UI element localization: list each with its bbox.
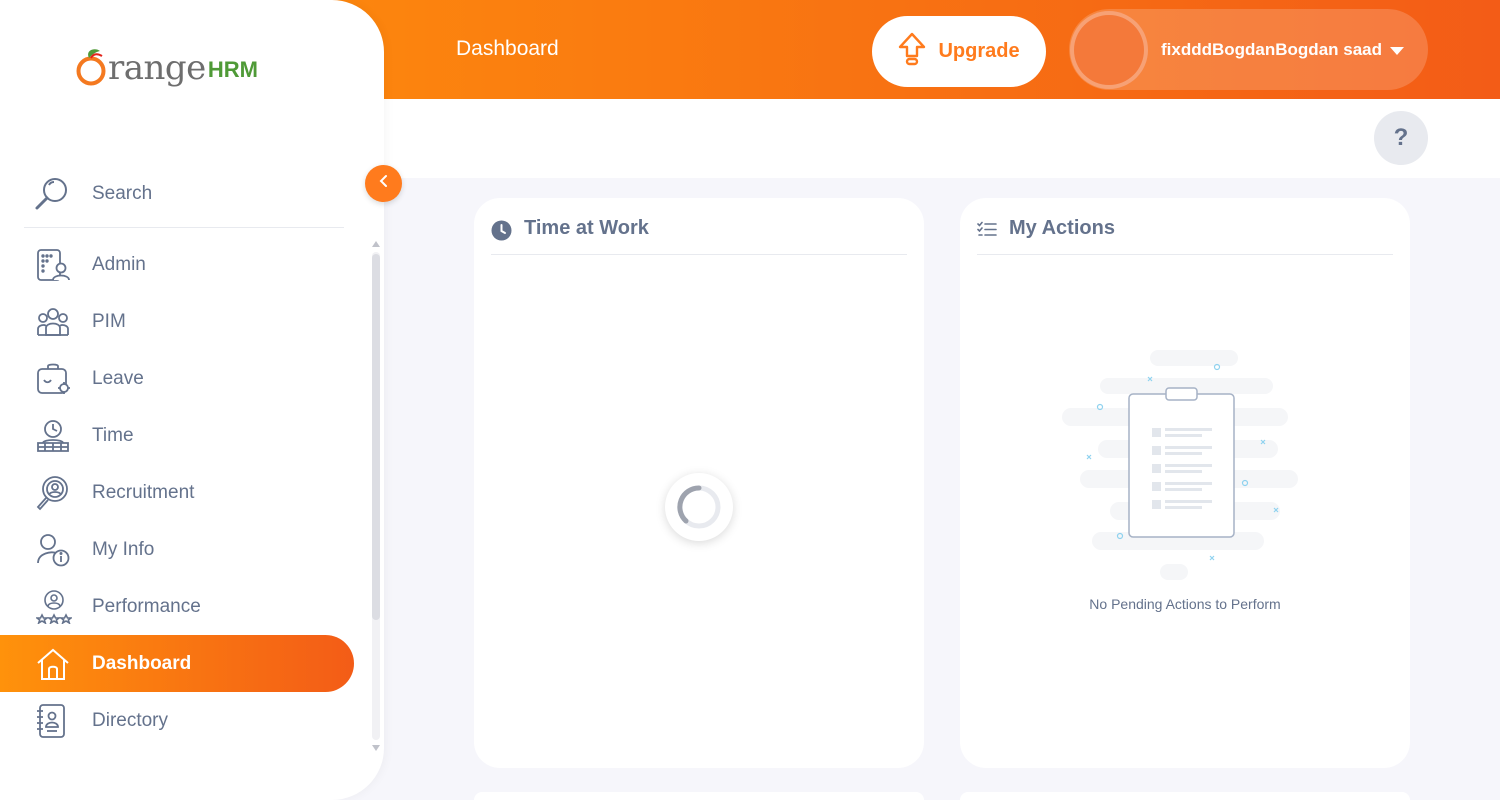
sidebar: range HRM Admin	[0, 0, 384, 800]
dashboard-icon	[0, 647, 92, 681]
admin-icon	[0, 248, 92, 282]
performance-icon	[0, 589, 92, 624]
my-actions-widget: My Actions No Pending Actions to Perform	[960, 198, 1410, 768]
scroll-thumb[interactable]	[372, 254, 380, 620]
widget-header: My Actions	[977, 216, 1393, 255]
empty-state-illustration	[1060, 346, 1305, 586]
sidebar-item-label: Admin	[92, 253, 146, 275]
my-info-icon	[0, 533, 92, 567]
widget-title: My Actions	[1009, 217, 1115, 239]
sidebar-item-leave[interactable]: Leave	[0, 350, 354, 407]
leave-icon	[0, 362, 92, 396]
empty-state-message: No Pending Actions to Perform	[1089, 596, 1281, 612]
upgrade-arrow-icon	[898, 32, 926, 71]
sidebar-item-label: Leave	[92, 367, 144, 389]
sidebar-item-directory[interactable]: Directory	[0, 692, 354, 749]
sidebar-search[interactable]	[24, 160, 344, 228]
main-menu: Admin PIM Leave Time Recruitment My Info…	[0, 236, 354, 749]
time-at-work-widget: Time at Work	[474, 198, 924, 768]
sidebar-item-label: Performance	[92, 595, 201, 617]
loading-spinner	[665, 473, 733, 541]
recruitment-icon	[0, 475, 92, 511]
widget-header: Time at Work	[491, 216, 907, 255]
sidebar-scrollbar[interactable]	[369, 238, 383, 754]
user-name: fixdddBogdanBogdan saad	[1161, 39, 1382, 59]
brand-logo[interactable]: range HRM	[75, 48, 258, 86]
widget-title: Time at Work	[524, 217, 649, 239]
sidebar-item-label: Directory	[92, 709, 169, 731]
logo-word: range	[108, 48, 206, 88]
widget-partial	[960, 792, 1410, 800]
search-input[interactable]	[92, 182, 292, 205]
caret-down-icon	[1390, 46, 1404, 55]
collapse-sidebar-button[interactable]	[365, 165, 402, 202]
sidebar-item-label: Recruitment	[92, 481, 195, 503]
pim-icon	[0, 307, 92, 337]
sidebar-item-dashboard[interactable]: Dashboard	[0, 635, 354, 692]
page-title: Dashboard	[456, 37, 559, 60]
upgrade-button[interactable]: Upgrade	[872, 16, 1046, 87]
scroll-down-arrow-icon[interactable]	[372, 745, 380, 751]
sidebar-item-time[interactable]: Time	[0, 407, 354, 464]
sidebar-item-performance[interactable]: Performance	[0, 578, 354, 635]
upgrade-label: Upgrade	[938, 40, 1020, 62]
widget-partial	[474, 792, 924, 800]
avatar	[1070, 10, 1148, 89]
clock-icon	[491, 220, 512, 246]
sidebar-item-label: Time	[92, 424, 134, 446]
sidebar-item-label: PIM	[92, 310, 126, 332]
checklist-icon	[977, 221, 997, 242]
sidebar-item-recruitment[interactable]: Recruitment	[0, 464, 354, 521]
sidebar-item-my-info[interactable]: My Info	[0, 521, 354, 578]
sidebar-item-label: Dashboard	[92, 652, 192, 674]
orange-logo-icon	[75, 48, 108, 86]
scroll-up-arrow-icon[interactable]	[372, 241, 380, 247]
sidebar-item-admin[interactable]: Admin	[0, 236, 354, 293]
time-icon	[0, 419, 92, 453]
logo-suffix: HRM	[207, 57, 258, 82]
sidebar-item-label: My Info	[92, 538, 155, 560]
sidebar-item-pim[interactable]: PIM	[0, 293, 354, 350]
directory-icon	[0, 703, 92, 739]
search-icon	[24, 176, 80, 212]
user-dropdown[interactable]: fixdddBogdanBogdan saad	[1069, 9, 1428, 90]
chevron-left-icon	[378, 174, 390, 193]
help-button[interactable]: ?	[1374, 111, 1428, 165]
